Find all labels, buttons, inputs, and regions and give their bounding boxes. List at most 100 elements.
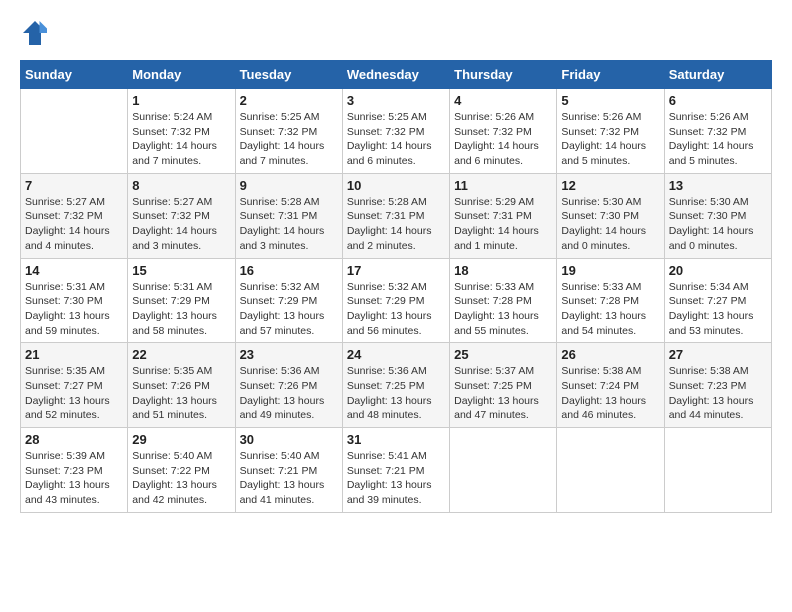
day-cell: 17Sunrise: 5:32 AM Sunset: 7:29 PM Dayli… <box>342 258 449 343</box>
day-number: 12 <box>561 178 659 193</box>
day-info: Sunrise: 5:39 AM Sunset: 7:23 PM Dayligh… <box>25 449 123 508</box>
day-number: 8 <box>132 178 230 193</box>
day-number: 15 <box>132 263 230 278</box>
day-number: 3 <box>347 93 445 108</box>
day-cell: 21 Sunrise: 5:35 AM Sunset: 7:27 PM Dayli… <box>21 343 128 428</box>
day-info: Sunrise: 5:24 AM Sunset: 7:32 PM Dayligh… <box>132 110 230 169</box>
day-info: Sunrise: 5:25 AM Sunset: 7:32 PM Dayligh… <box>240 110 338 169</box>
week-row-3: 21 Sunrise: 5:35 AM Sunset: 7:27 PM Dayli… <box>21 343 772 428</box>
day-cell: 11 Sunrise: 5:29 AM Sunset: 7:31 PM Dayli… <box>450 173 557 258</box>
day-number: 23 <box>240 347 338 362</box>
day-cell: 14 Sunrise: 5:31 AM Sunset: 7:30 PM Dayli… <box>21 258 128 343</box>
header-cell-saturday: Saturday <box>664 61 771 89</box>
day-cell: 29Sunrise: 5:40 AM Sunset: 7:22 PM Dayli… <box>128 428 235 513</box>
day-cell: 31 Sunrise: 5:41 AM Sunset: 7:21 PM Dayli… <box>342 428 449 513</box>
header-cell-sunday: Sunday <box>21 61 128 89</box>
day-cell: 25Sunrise: 5:37 AM Sunset: 7:25 PM Dayli… <box>450 343 557 428</box>
day-info: Sunrise: 5:35 AM Sunset: 7:27 PM Dayligh… <box>25 364 123 423</box>
day-number: 27 <box>669 347 767 362</box>
day-number: 6 <box>669 93 767 108</box>
day-cell: 19Sunrise: 5:33 AM Sunset: 7:28 PM Dayli… <box>557 258 664 343</box>
day-cell: 13 Sunrise: 5:30 AM Sunset: 7:30 PM Dayli… <box>664 173 771 258</box>
day-number: 24 <box>347 347 445 362</box>
calendar-body: 1 Sunrise: 5:24 AM Sunset: 7:32 PM Daylig… <box>21 89 772 513</box>
day-number: 26 <box>561 347 659 362</box>
day-info: Sunrise: 5:29 AM Sunset: 7:31 PM Dayligh… <box>454 195 552 254</box>
calendar-table: SundayMondayTuesdayWednesdayThursdayFrid… <box>20 60 772 513</box>
day-cell: 15 Sunrise: 5:31 AM Sunset: 7:29 PM Dayli… <box>128 258 235 343</box>
day-info: Sunrise: 5:31 AM Sunset: 7:30 PM Dayligh… <box>25 280 123 339</box>
day-cell: 16 Sunrise: 5:32 AM Sunset: 7:29 PM Dayli… <box>235 258 342 343</box>
day-info: Sunrise: 5:30 AM Sunset: 7:30 PM Dayligh… <box>669 195 767 254</box>
day-info: Sunrise: 5:41 AM Sunset: 7:21 PM Dayligh… <box>347 449 445 508</box>
day-cell <box>21 89 128 174</box>
header-row: SundayMondayTuesdayWednesdayThursdayFrid… <box>21 61 772 89</box>
day-cell: 23 Sunrise: 5:36 AM Sunset: 7:26 PM Dayli… <box>235 343 342 428</box>
header-cell-thursday: Thursday <box>450 61 557 89</box>
day-number: 14 <box>25 263 123 278</box>
day-cell <box>664 428 771 513</box>
week-row-1: 7Sunrise: 5:27 AM Sunset: 7:32 PM Daylig… <box>21 173 772 258</box>
day-number: 21 <box>25 347 123 362</box>
day-info: Sunrise: 5:33 AM Sunset: 7:28 PM Dayligh… <box>561 280 659 339</box>
day-info: Sunrise: 5:26 AM Sunset: 7:32 PM Dayligh… <box>454 110 552 169</box>
day-info: Sunrise: 5:32 AM Sunset: 7:29 PM Dayligh… <box>347 280 445 339</box>
day-cell: 6 Sunrise: 5:26 AM Sunset: 7:32 PM Daylig… <box>664 89 771 174</box>
header-cell-monday: Monday <box>128 61 235 89</box>
day-cell: 10 Sunrise: 5:28 AM Sunset: 7:31 PM Dayli… <box>342 173 449 258</box>
day-number: 11 <box>454 178 552 193</box>
day-info: Sunrise: 5:28 AM Sunset: 7:31 PM Dayligh… <box>347 195 445 254</box>
day-info: Sunrise: 5:27 AM Sunset: 7:32 PM Dayligh… <box>132 195 230 254</box>
header-cell-tuesday: Tuesday <box>235 61 342 89</box>
day-number: 28 <box>25 432 123 447</box>
day-cell <box>557 428 664 513</box>
day-cell <box>450 428 557 513</box>
day-info: Sunrise: 5:33 AM Sunset: 7:28 PM Dayligh… <box>454 280 552 339</box>
day-info: Sunrise: 5:40 AM Sunset: 7:21 PM Dayligh… <box>240 449 338 508</box>
day-info: Sunrise: 5:37 AM Sunset: 7:25 PM Dayligh… <box>454 364 552 423</box>
day-info: Sunrise: 5:32 AM Sunset: 7:29 PM Dayligh… <box>240 280 338 339</box>
day-info: Sunrise: 5:31 AM Sunset: 7:29 PM Dayligh… <box>132 280 230 339</box>
day-number: 2 <box>240 93 338 108</box>
page-header <box>20 20 772 50</box>
day-cell: 9Sunrise: 5:28 AM Sunset: 7:31 PM Daylig… <box>235 173 342 258</box>
day-number: 31 <box>347 432 445 447</box>
day-number: 16 <box>240 263 338 278</box>
day-cell: 4 Sunrise: 5:26 AM Sunset: 7:32 PM Daylig… <box>450 89 557 174</box>
day-cell: 18Sunrise: 5:33 AM Sunset: 7:28 PM Dayli… <box>450 258 557 343</box>
day-cell: 1 Sunrise: 5:24 AM Sunset: 7:32 PM Daylig… <box>128 89 235 174</box>
calendar-header: SundayMondayTuesdayWednesdayThursdayFrid… <box>21 61 772 89</box>
day-info: Sunrise: 5:38 AM Sunset: 7:24 PM Dayligh… <box>561 364 659 423</box>
header-cell-wednesday: Wednesday <box>342 61 449 89</box>
day-cell: 7Sunrise: 5:27 AM Sunset: 7:32 PM Daylig… <box>21 173 128 258</box>
day-number: 5 <box>561 93 659 108</box>
day-cell: 3Sunrise: 5:25 AM Sunset: 7:32 PM Daylig… <box>342 89 449 174</box>
day-info: Sunrise: 5:27 AM Sunset: 7:32 PM Dayligh… <box>25 195 123 254</box>
week-row-0: 1 Sunrise: 5:24 AM Sunset: 7:32 PM Daylig… <box>21 89 772 174</box>
day-cell: 30 Sunrise: 5:40 AM Sunset: 7:21 PM Dayli… <box>235 428 342 513</box>
day-cell: 20Sunrise: 5:34 AM Sunset: 7:27 PM Dayli… <box>664 258 771 343</box>
day-number: 13 <box>669 178 767 193</box>
day-number: 1 <box>132 93 230 108</box>
day-info: Sunrise: 5:30 AM Sunset: 7:30 PM Dayligh… <box>561 195 659 254</box>
day-info: Sunrise: 5:26 AM Sunset: 7:32 PM Dayligh… <box>669 110 767 169</box>
day-number: 10 <box>347 178 445 193</box>
day-cell: 5 Sunrise: 5:26 AM Sunset: 7:32 PM Daylig… <box>557 89 664 174</box>
week-row-4: 28 Sunrise: 5:39 AM Sunset: 7:23 PM Dayli… <box>21 428 772 513</box>
day-cell: 27Sunrise: 5:38 AM Sunset: 7:23 PM Dayli… <box>664 343 771 428</box>
day-number: 20 <box>669 263 767 278</box>
day-number: 30 <box>240 432 338 447</box>
day-info: Sunrise: 5:26 AM Sunset: 7:32 PM Dayligh… <box>561 110 659 169</box>
day-cell: 12 Sunrise: 5:30 AM Sunset: 7:30 PM Dayli… <box>557 173 664 258</box>
day-number: 4 <box>454 93 552 108</box>
day-cell: 8 Sunrise: 5:27 AM Sunset: 7:32 PM Daylig… <box>128 173 235 258</box>
header-cell-friday: Friday <box>557 61 664 89</box>
day-cell: 28 Sunrise: 5:39 AM Sunset: 7:23 PM Dayli… <box>21 428 128 513</box>
day-info: Sunrise: 5:28 AM Sunset: 7:31 PM Dayligh… <box>240 195 338 254</box>
day-info: Sunrise: 5:36 AM Sunset: 7:26 PM Dayligh… <box>240 364 338 423</box>
logo <box>20 20 52 50</box>
day-cell: 22Sunrise: 5:35 AM Sunset: 7:26 PM Dayli… <box>128 343 235 428</box>
week-row-2: 14 Sunrise: 5:31 AM Sunset: 7:30 PM Dayli… <box>21 258 772 343</box>
day-cell: 26 Sunrise: 5:38 AM Sunset: 7:24 PM Dayli… <box>557 343 664 428</box>
day-info: Sunrise: 5:36 AM Sunset: 7:25 PM Dayligh… <box>347 364 445 423</box>
